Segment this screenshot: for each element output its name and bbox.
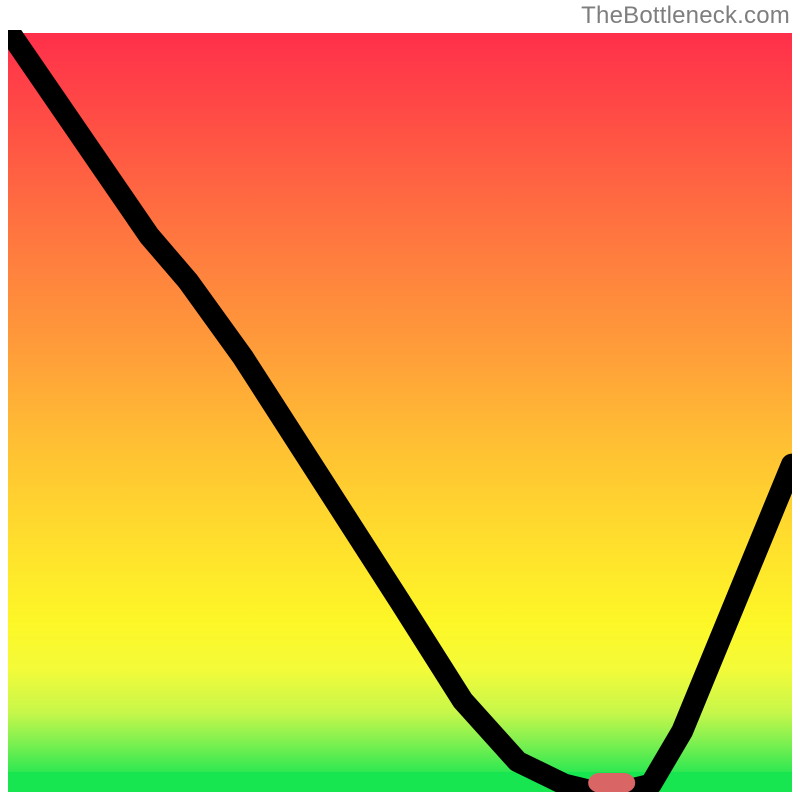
bottleneck-chart (8, 30, 792, 792)
optimal-marker (592, 777, 631, 789)
curve-layer (8, 30, 792, 792)
watermark-label: TheBottleneck.com (581, 2, 790, 30)
bottleneck-curve (8, 30, 792, 792)
